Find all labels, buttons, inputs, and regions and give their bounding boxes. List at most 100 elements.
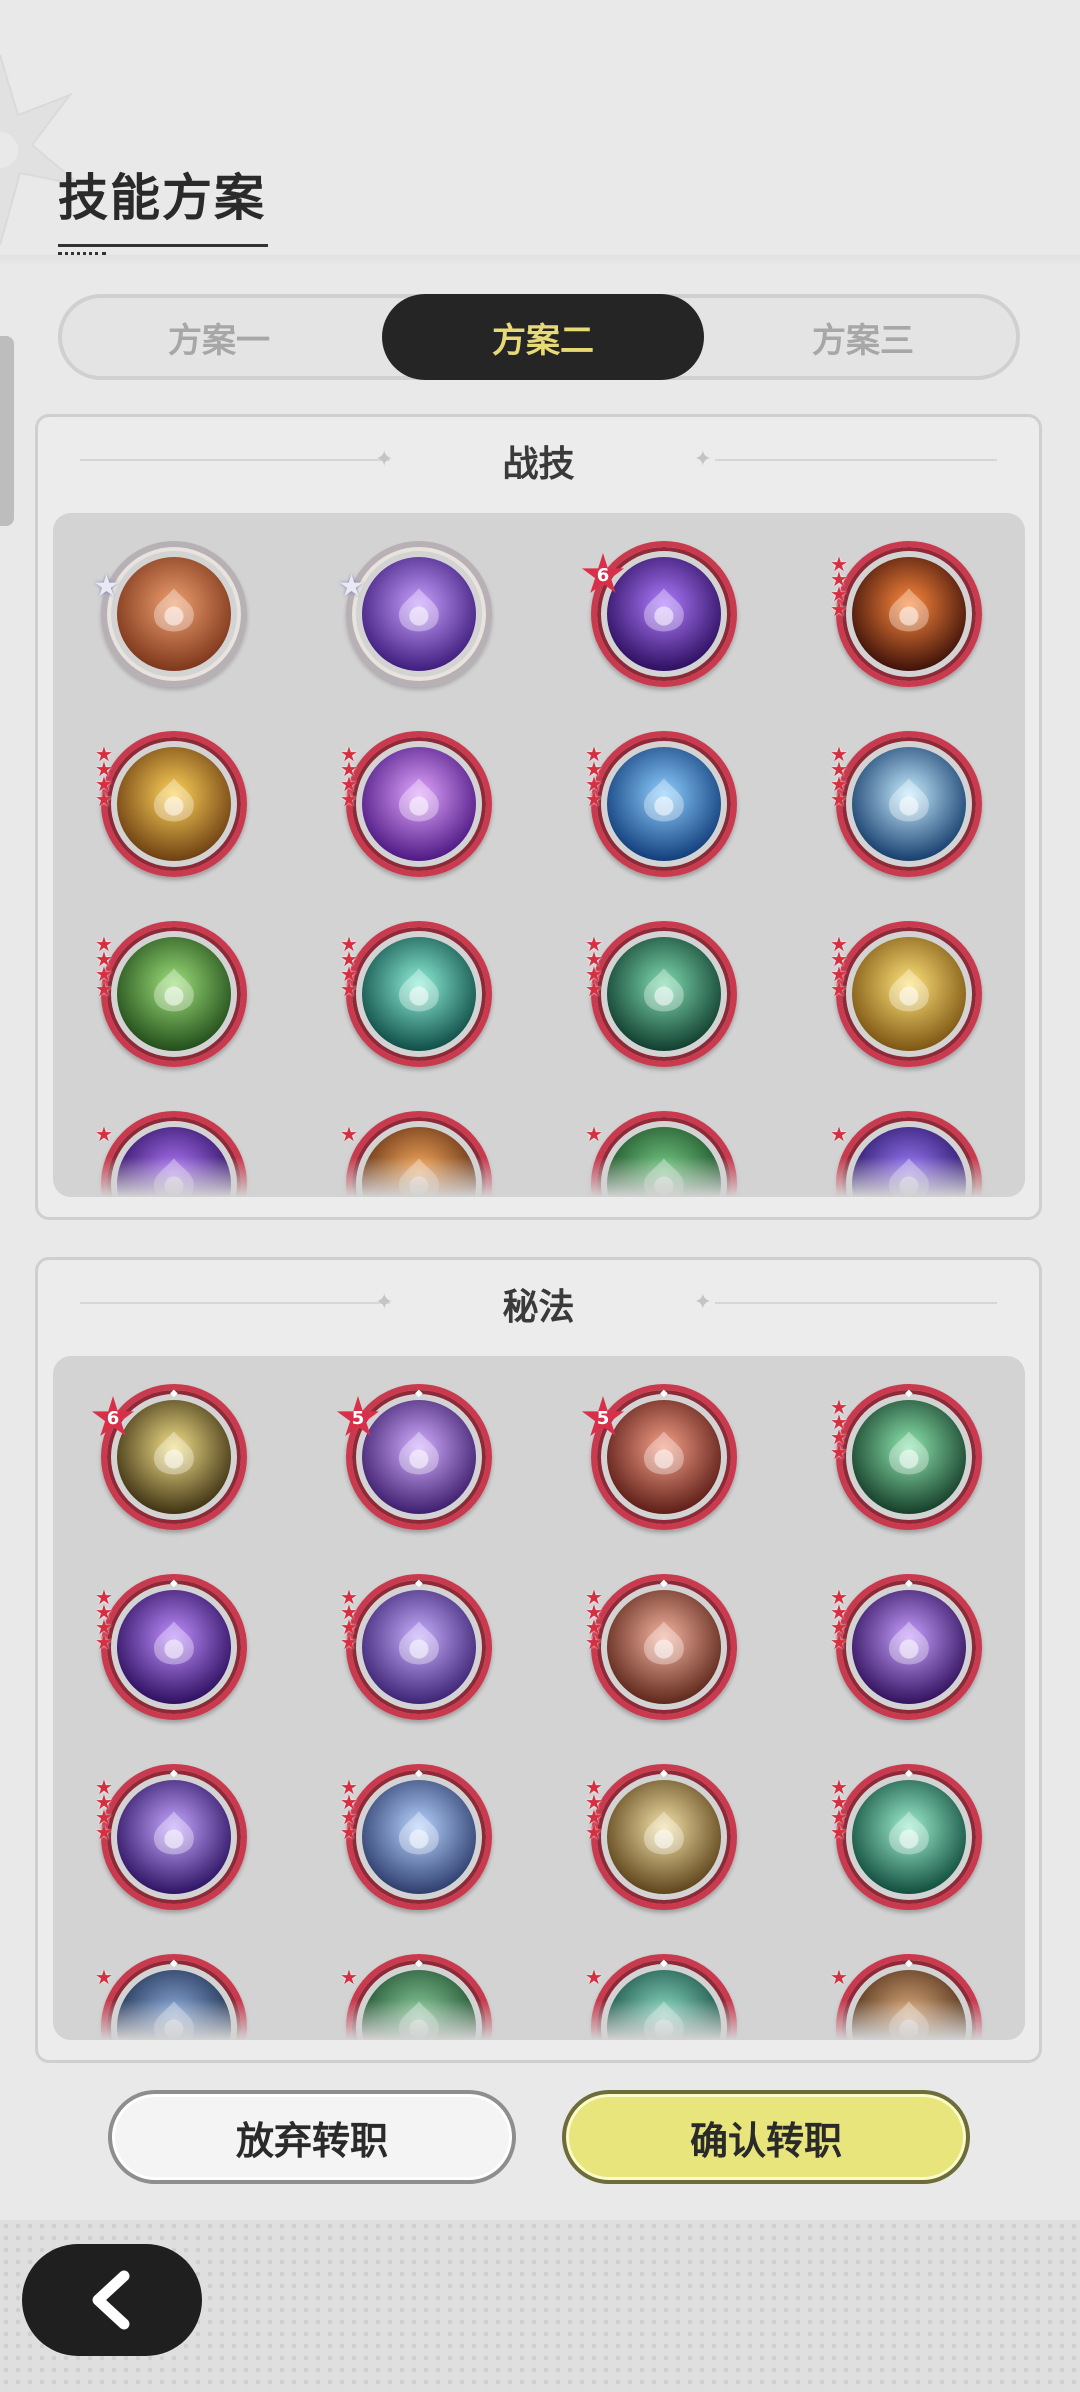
slot-marker-icon: ◆ — [660, 1768, 668, 1779]
slot-marker-icon: ◆ — [415, 1578, 423, 1589]
skill-slot[interactable]: ★ ★ ★ ★ — [340, 731, 492, 877]
divider-line — [715, 459, 997, 461]
sparkle-icon: ✦ — [693, 447, 712, 472]
purple-guardian-icon — [362, 557, 476, 671]
arcane-skill-grid: ◆ 6 ◆ 5 ◆ 5 ◆ ★ ★ ★ ★ ◆ ★ ★ ★ ★ ◆ ★ ★ ★ ★ ◆ ★ ★ ★ ★ ◆ ★ ★ ★ ★ ◆ ★ ★ ★ ★ ◆ ★ ★ ★… — [53, 1356, 1025, 2040]
skill-slot[interactable]: ★ — [338, 541, 492, 687]
purple-mind-icon — [362, 1400, 476, 1514]
slot-marker-icon: ◆ — [170, 1958, 178, 1969]
slot-marker-icon: ◆ — [660, 1578, 668, 1589]
back-button[interactable] — [22, 2244, 202, 2356]
teal-silhouette-icon — [852, 1780, 966, 1894]
star-rating-icon: ★ — [585, 1122, 603, 1146]
skill-slot[interactable]: ◆ 6 — [91, 1384, 247, 1530]
skill-slot[interactable]: ◆ ★ ★ ★ ★ — [830, 1574, 982, 1720]
sparkle-icon: ✦ — [693, 1290, 712, 1315]
tab-plan-one[interactable]: 方案一 — [58, 294, 380, 380]
star-rating-icon: ★ ★ ★ ★ — [340, 932, 358, 1001]
golden-sparkle-heal-icon — [852, 937, 966, 1051]
side-drawer-handle[interactable] — [0, 336, 14, 526]
skill-slot[interactable]: ◆ ★ ★ ★ ★ — [585, 1574, 737, 1720]
slot-marker-icon: ◆ — [170, 1578, 178, 1589]
slot-marker-icon: ◆ — [905, 1388, 913, 1399]
arcane-skills-panel: ✦ 秘法 ✦ ◆ 6 ◆ 5 ◆ 5 ◆ ★ ★ ★ ★ ◆ ★ ★ ★ ★ ◆ ★ ★ ★ ★ ◆ ★ ★ ★ ★ ◆ ★ ★ ★ ★ ◆ ★… — [35, 1257, 1042, 2063]
star-rating-icon: ★ ★ ★ ★ — [830, 552, 848, 621]
star-rating-icon: ★ ★ ★ ★ — [340, 742, 358, 811]
skill-slot[interactable]: ★ ★ ★ ★ — [830, 731, 982, 877]
star-rating-icon: ★ — [340, 1122, 358, 1146]
combat-skill-grid: ★ ★ 6 ★ ★ ★ ★ ★ ★ ★ ★ ★ ★ ★ ★ ★ ★ ★ ★ ★ ★ ★ ★ ★ ★ ★ ★ ★ ★ ★ ★ ★ ★ ★ ★ ★ ★ ★ ★ ★… — [53, 513, 1025, 1197]
skill-slot[interactable]: ◆ ★ ★ ★ ★ — [585, 1764, 737, 1910]
slot-marker-icon: ◆ — [415, 1768, 423, 1779]
star-rating-icon: ★ — [585, 1965, 603, 1989]
fire-vortex-icon — [852, 557, 966, 671]
star-rating-icon: ★ ★ ★ ★ — [95, 932, 113, 1001]
confirm-job-change-button[interactable]: 确认转职 — [562, 2090, 970, 2184]
skill-slot[interactable]: ★ ★ ★ ★ — [585, 921, 737, 1067]
header-divider — [0, 255, 1080, 267]
page-title: 技能方案 — [58, 169, 266, 227]
star-rating-icon: ★ ★ ★ ★ — [340, 1585, 358, 1654]
arcane-section-title: 秘法 — [502, 1287, 575, 1328]
slot-marker-icon: ◆ — [905, 1768, 913, 1779]
star-rating-icon: ★ ★ ★ ★ — [830, 1395, 848, 1464]
thorn-vines-icon — [607, 937, 721, 1051]
skill-slot[interactable]: ◆ 5 — [581, 1384, 737, 1530]
slot-marker-icon: ◆ — [905, 1958, 913, 1969]
skill-slot[interactable]: ★ ★ ★ ★ — [340, 921, 492, 1067]
plan-tabs: 方案一 方案二 方案三 — [58, 294, 1020, 380]
star-rating-icon: ★ ★ ★ ★ — [585, 1775, 603, 1844]
skill-slot[interactable]: ★ ★ ★ ★ — [830, 921, 982, 1067]
abandon-job-change-button[interactable]: 放弃转职 — [108, 2090, 516, 2184]
star-rating-icon: ★ ★ ★ ★ — [830, 1585, 848, 1654]
scroll-fade — [53, 2000, 1025, 2040]
skill-slot[interactable]: ◆ ★ ★ ★ ★ — [95, 1764, 247, 1910]
skill-slot[interactable]: ◆ ★ ★ ★ ★ — [95, 1574, 247, 1720]
skill-slot[interactable]: ◆ 5 — [336, 1384, 492, 1530]
tab-plan-two[interactable]: 方案二 — [382, 294, 704, 380]
slot-marker-icon: ◆ — [170, 1388, 178, 1399]
slot-marker-icon: ◆ — [660, 1388, 668, 1399]
star-rating-icon: ★ ★ ★ ★ — [830, 742, 848, 811]
star-rating-icon: ★ — [340, 1965, 358, 1989]
divider-line — [715, 1302, 997, 1304]
skill-slot[interactable]: ★ — [93, 541, 247, 687]
slot-marker-icon: ◆ — [660, 1958, 668, 1969]
panel-header: ✦ 秘法 ✦ — [38, 1260, 1039, 1350]
violet-compass-orb-icon — [117, 1590, 231, 1704]
page-header: 技能方案 — [58, 158, 268, 255]
skill-slot[interactable]: ★ ★ ★ ★ — [585, 731, 737, 877]
skill-slot[interactable]: ★ ★ ★ ★ — [95, 921, 247, 1067]
golden-rock-golem-icon — [117, 747, 231, 861]
star-rating-icon: ★ — [95, 1122, 113, 1146]
star-rating-icon: ★ ★ ★ ★ — [830, 1775, 848, 1844]
combat-skills-panel: ✦ 战技 ✦ ★ ★ 6 ★ ★ ★ ★ ★ ★ ★ ★ ★ ★ ★ ★ ★ ★ ★ ★ ★ ★ ★ ★ ★ ★ ★ ★ ★ ★ ★ ★ ★ ★… — [35, 414, 1042, 1220]
skill-slot[interactable]: ★ ★ ★ ★ — [95, 731, 247, 877]
combat-section-title: 战技 — [502, 444, 575, 485]
panel-header: ✦ 战技 ✦ — [38, 417, 1039, 507]
coral-wave-orb-icon — [607, 1590, 721, 1704]
slot-marker-icon: ◆ — [170, 1768, 178, 1779]
star-rating-icon: ★ ★ ★ ★ — [340, 1775, 358, 1844]
star-rating-icon: ★ — [830, 1965, 848, 1989]
tab-plan-three[interactable]: 方案三 — [702, 294, 1024, 380]
golden-heal-arrow-icon — [607, 1780, 721, 1894]
silver-star-icon: ★ — [338, 569, 365, 604]
green-sparkle-orb-icon — [852, 1400, 966, 1514]
skill-slot[interactable]: ◆ ★ ★ ★ ★ — [830, 1764, 982, 1910]
skill-slot[interactable]: ◆ ★ ★ ★ ★ — [340, 1764, 492, 1910]
skill-slot[interactable]: ◆ ★ ★ ★ ★ — [830, 1384, 982, 1530]
star-rating-icon: ★ ★ ★ ★ — [95, 742, 113, 811]
skill-slot[interactable]: ★ ★ ★ ★ — [830, 541, 982, 687]
purple-heart-hood-icon — [852, 1590, 966, 1704]
steel-crystal-armor-icon — [362, 1780, 476, 1894]
star-rating-icon: ★ ★ ★ ★ — [95, 1585, 113, 1654]
star-rating-icon: ★ ★ ★ ★ — [95, 1775, 113, 1844]
skill-slot[interactable]: 6 — [581, 541, 737, 687]
star-rating-icon: ★ — [830, 1122, 848, 1146]
ice-crystal-burst-icon — [852, 747, 966, 861]
red-fist-impact-icon — [607, 1400, 721, 1514]
teal-whirlwind-icon — [362, 937, 476, 1051]
skill-slot[interactable]: ◆ ★ ★ ★ ★ — [340, 1574, 492, 1720]
purple-raised-fist-icon — [607, 557, 721, 671]
